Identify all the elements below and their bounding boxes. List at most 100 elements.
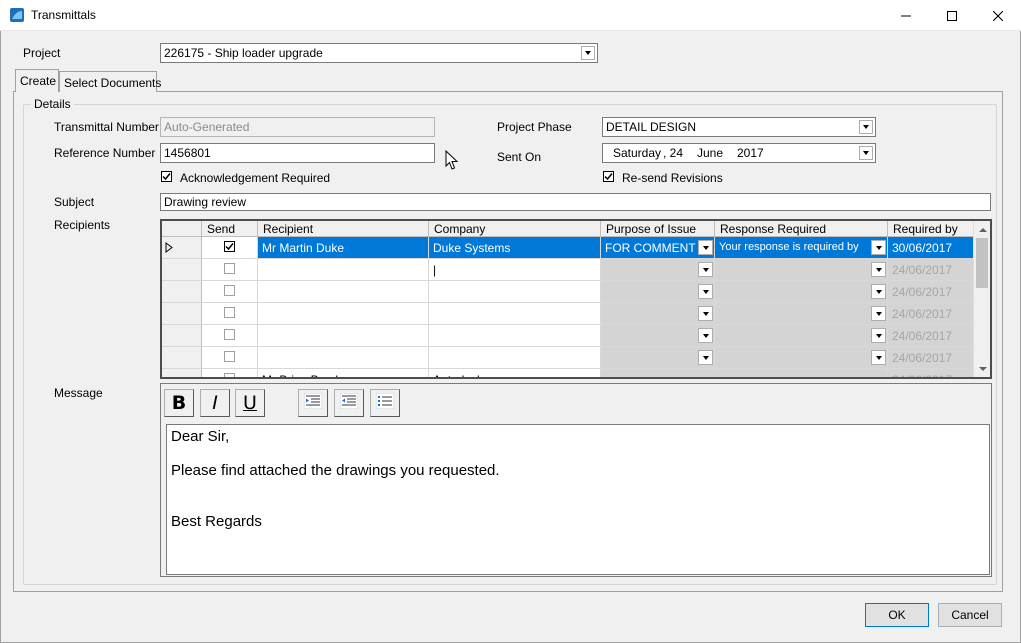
required-by-cell[interactable]: 24/06/2017 (888, 259, 974, 281)
table-row[interactable]: 24/06/2017 (162, 347, 974, 369)
company-cell[interactable] (429, 281, 601, 303)
response-dropdown-button[interactable] (871, 306, 886, 321)
required-by-cell[interactable]: 30/06/2017 (888, 237, 974, 259)
table-row[interactable]: 24/06/2017 (162, 281, 974, 303)
sent-on-date-picker[interactable]: Saturday , 24 June 2017 (602, 143, 876, 163)
send-cell[interactable] (202, 303, 258, 325)
send-cell[interactable] (202, 259, 258, 281)
indent-button[interactable] (298, 389, 328, 417)
acknowledgement-checkbox[interactable] (161, 171, 172, 182)
response-dropdown-button[interactable] (871, 350, 886, 365)
response-dropdown-button[interactable] (871, 262, 886, 277)
recipient-cell[interactable]: Mr Brian Brock (258, 369, 429, 377)
purpose-dropdown-button[interactable] (698, 284, 713, 299)
outdent-button[interactable] (334, 389, 364, 417)
maximize-button[interactable] (929, 0, 975, 31)
project-dropdown-button[interactable] (581, 46, 595, 60)
response-dropdown-button[interactable] (871, 240, 886, 255)
company-cell[interactable]: Autodesk (429, 369, 601, 377)
purpose-cell[interactable] (601, 347, 715, 369)
company-cell[interactable]: Duke Systems (429, 237, 601, 259)
response-cell[interactable] (715, 347, 888, 369)
company-cell[interactable] (429, 347, 601, 369)
response-dropdown-button[interactable] (871, 328, 886, 343)
row-header[interactable] (162, 347, 202, 369)
bullet-list-button[interactable] (370, 389, 400, 417)
table-row[interactable]: Mr Brian Brock Autodesk 24/06/2017 (162, 369, 974, 377)
reference-number-field[interactable]: 1456801 (160, 143, 435, 163)
sent-on-day-name[interactable]: Saturday (613, 146, 661, 160)
recipient-cell[interactable] (258, 303, 429, 325)
underline-button[interactable]: U (235, 389, 265, 417)
tab-create[interactable]: Create (15, 69, 59, 92)
send-checkbox[interactable] (224, 351, 235, 362)
table-row[interactable]: | 24/06/2017 (162, 259, 974, 281)
sent-on-year[interactable]: 2017 (737, 146, 764, 160)
message-textarea[interactable]: Dear Sir, Please find attached the drawi… (166, 424, 990, 575)
company-cell[interactable] (429, 303, 601, 325)
send-checkbox[interactable] (224, 241, 235, 252)
recipient-cell[interactable] (258, 325, 429, 347)
cancel-button[interactable]: Cancel (938, 603, 1002, 627)
send-cell[interactable] (202, 325, 258, 347)
table-row[interactable]: 24/06/2017 (162, 303, 974, 325)
send-cell[interactable] (202, 237, 258, 259)
required-by-cell[interactable]: 24/06/2017 (888, 347, 974, 369)
table-row[interactable]: 24/06/2017 (162, 325, 974, 347)
column-header-purpose[interactable]: Purpose of Issue (601, 221, 715, 237)
row-header[interactable] (162, 281, 202, 303)
required-by-cell[interactable]: 24/06/2017 (888, 281, 974, 303)
response-dropdown-button[interactable] (871, 284, 886, 299)
required-by-cell[interactable]: 24/06/2017 (888, 303, 974, 325)
send-checkbox[interactable] (224, 285, 235, 296)
company-cell[interactable]: | (429, 259, 601, 281)
table-row[interactable]: Mr Martin Duke Duke Systems FOR COMMENT … (162, 237, 974, 259)
recipient-cell[interactable] (258, 281, 429, 303)
response-cell[interactable]: Your response is required by (715, 237, 888, 259)
send-cell[interactable] (202, 369, 258, 377)
recipient-cell[interactable]: Mr Martin Duke (258, 237, 429, 259)
recipient-cell[interactable] (258, 259, 429, 281)
column-header-recipient[interactable]: Recipient (258, 221, 429, 237)
send-checkbox[interactable] (224, 373, 235, 377)
row-header[interactable] (162, 325, 202, 347)
purpose-cell[interactable] (601, 303, 715, 325)
purpose-cell[interactable] (601, 281, 715, 303)
italic-button[interactable]: I (200, 389, 230, 417)
sent-on-month[interactable]: June (697, 146, 723, 160)
purpose-dropdown-button[interactable] (698, 240, 713, 255)
required-by-cell[interactable]: 24/06/2017 (888, 369, 974, 377)
sent-on-day[interactable]: , 24 (663, 146, 683, 160)
required-by-cell[interactable]: 24/06/2017 (888, 325, 974, 347)
purpose-cell[interactable] (601, 369, 715, 377)
project-phase-dropdown-button[interactable] (859, 120, 873, 134)
minimize-button[interactable] (883, 0, 929, 31)
subject-field[interactable]: Drawing review (160, 193, 991, 211)
row-header[interactable] (162, 303, 202, 325)
company-cell[interactable] (429, 325, 601, 347)
send-checkbox[interactable] (224, 307, 235, 318)
row-header[interactable] (162, 369, 202, 377)
purpose-cell[interactable] (601, 325, 715, 347)
purpose-dropdown-button[interactable] (698, 328, 713, 343)
row-header[interactable] (162, 237, 202, 259)
bold-button[interactable]: B (164, 389, 194, 417)
tab-select-documents[interactable]: Select Documents (59, 71, 161, 92)
close-button[interactable] (975, 0, 1021, 31)
response-cell[interactable] (715, 259, 888, 281)
project-phase-combo[interactable]: DETAIL DESIGN (602, 117, 876, 137)
scroll-down-button[interactable] (974, 360, 990, 377)
column-header-response[interactable]: Response Required (715, 221, 888, 237)
response-cell[interactable] (715, 325, 888, 347)
response-cell[interactable] (715, 369, 888, 377)
send-cell[interactable] (202, 347, 258, 369)
purpose-dropdown-button[interactable] (698, 350, 713, 365)
row-header[interactable] (162, 259, 202, 281)
column-header-company[interactable]: Company (429, 221, 601, 237)
project-combo[interactable]: 226175 - Ship loader upgrade (160, 43, 598, 63)
response-cell[interactable] (715, 303, 888, 325)
send-cell[interactable] (202, 281, 258, 303)
scroll-up-button[interactable] (974, 221, 990, 238)
grid-vertical-scrollbar[interactable] (973, 221, 990, 377)
column-header-required-by[interactable]: Required by (888, 221, 974, 237)
